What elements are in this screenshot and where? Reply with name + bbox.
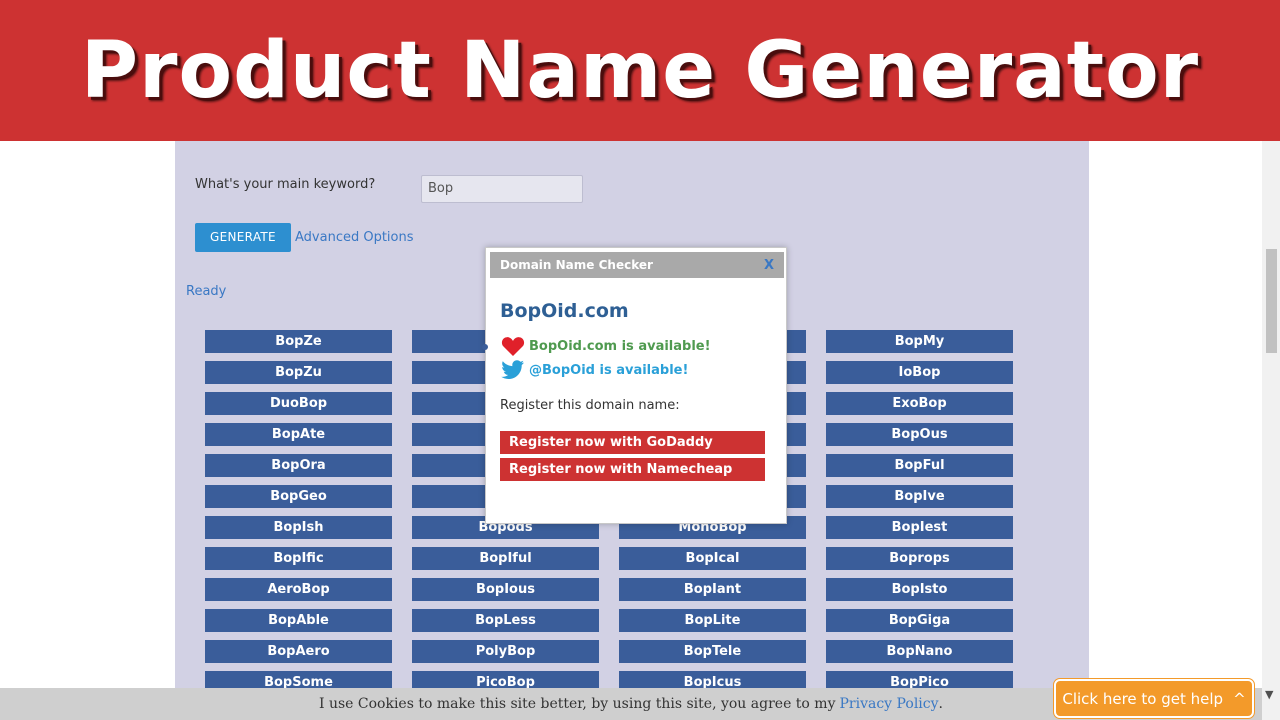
name-result-button[interactable]: BopAble bbox=[205, 609, 392, 632]
name-result-button[interactable]: IoBop bbox=[826, 361, 1013, 384]
page-banner: Product Name Generator bbox=[0, 0, 1280, 141]
checked-domain: BopOid.com bbox=[500, 300, 629, 322]
name-result-button[interactable]: BopTele bbox=[619, 640, 806, 663]
name-result-button[interactable]: BopIsh bbox=[205, 516, 392, 539]
name-result-button[interactable]: BopNano bbox=[826, 640, 1013, 663]
name-result-button[interactable]: BopOra bbox=[205, 454, 392, 477]
page-title: Product Name Generator bbox=[80, 25, 1200, 116]
name-result-button[interactable]: BopIant bbox=[619, 578, 806, 601]
name-result-button[interactable]: BopZe bbox=[205, 330, 392, 353]
name-result-button[interactable]: BopIsto bbox=[826, 578, 1013, 601]
name-result-button[interactable]: DuoBop bbox=[205, 392, 392, 415]
name-result-button[interactable]: AeroBop bbox=[205, 578, 392, 601]
name-result-button[interactable]: BopAero bbox=[205, 640, 392, 663]
scroll-down-icon[interactable]: ▼ bbox=[1265, 688, 1273, 701]
modal-title: Domain Name Checker bbox=[500, 258, 653, 272]
modal-header: Domain Name Checker X bbox=[490, 252, 784, 278]
heart-icon bbox=[500, 334, 526, 358]
name-result-button[interactable]: BopMy bbox=[826, 330, 1013, 353]
godaddy-register-button[interactable]: Register now with GoDaddy bbox=[500, 431, 765, 454]
name-result-button[interactable]: Boprops bbox=[826, 547, 1013, 570]
name-result-button[interactable]: BopLess bbox=[412, 609, 599, 632]
name-result-button[interactable]: ExoBop bbox=[826, 392, 1013, 415]
twitter-availability: @BopOid is available! bbox=[500, 358, 688, 382]
namecheap-register-button[interactable]: Register now with Namecheap bbox=[500, 458, 765, 481]
domain-available-text: BopOid.com is available! bbox=[529, 338, 711, 354]
name-result-button[interactable]: BopLite bbox=[619, 609, 806, 632]
get-help-button[interactable]: Click here to get help ^ bbox=[1054, 679, 1254, 718]
cookie-text: I use Cookies to make this site better, … bbox=[318, 696, 836, 712]
privacy-policy-link[interactable]: Privacy Policy bbox=[840, 696, 939, 712]
twitter-bird-icon bbox=[500, 358, 526, 382]
close-button[interactable]: X bbox=[764, 258, 774, 273]
keyword-input[interactable]: Bop bbox=[421, 175, 583, 203]
name-result-button[interactable]: BopIous bbox=[412, 578, 599, 601]
status-text: Ready bbox=[186, 284, 227, 299]
name-result-button[interactable]: BopFul bbox=[826, 454, 1013, 477]
advanced-options-link[interactable]: Advanced Options bbox=[295, 230, 414, 245]
domain-checker-modal: Domain Name Checker X BopOid.com BopOid.… bbox=[482, 247, 787, 524]
name-result-button[interactable]: BopIest bbox=[826, 516, 1013, 539]
name-result-button[interactable]: BopIcal bbox=[619, 547, 806, 570]
register-label: Register this domain name: bbox=[500, 398, 680, 413]
twitter-available-text: @BopOid is available! bbox=[529, 362, 689, 378]
keyword-label: What's your main keyword? bbox=[195, 177, 376, 192]
name-result-button[interactable]: BopZu bbox=[205, 361, 392, 384]
name-result-button[interactable]: BopIve bbox=[826, 485, 1013, 508]
help-label: Click here to get help bbox=[1062, 689, 1224, 708]
name-result-button[interactable]: PolyBop bbox=[412, 640, 599, 663]
page-scrollbar[interactable]: ▼ bbox=[1262, 141, 1280, 720]
name-result-button[interactable]: BopAte bbox=[205, 423, 392, 446]
name-result-button[interactable]: BopOus bbox=[826, 423, 1013, 446]
cookie-period: . bbox=[938, 696, 943, 712]
domain-availability: BopOid.com is available! bbox=[500, 334, 711, 358]
name-result-button[interactable]: BopIfic bbox=[205, 547, 392, 570]
bullet-icon bbox=[482, 344, 488, 350]
scrollbar-thumb[interactable] bbox=[1266, 249, 1277, 353]
generate-button[interactable]: GENERATE bbox=[195, 223, 291, 252]
name-result-button[interactable]: BopIful bbox=[412, 547, 599, 570]
chevron-up-icon: ^ bbox=[1233, 689, 1246, 708]
name-result-button[interactable]: BopGeo bbox=[205, 485, 392, 508]
name-result-button[interactable]: BopGiga bbox=[826, 609, 1013, 632]
